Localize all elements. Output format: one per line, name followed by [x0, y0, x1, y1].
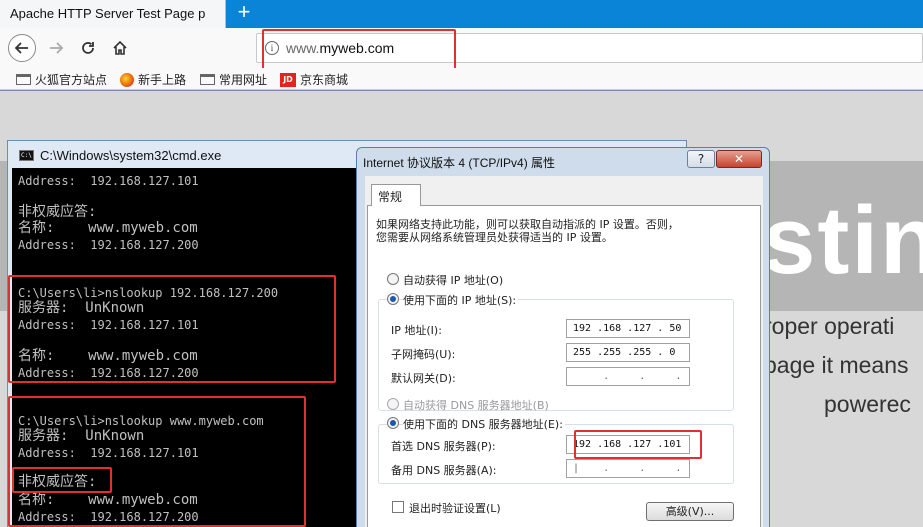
firefox-icon — [120, 72, 134, 87]
arrow-right-icon — [50, 42, 64, 54]
home-icon — [113, 40, 127, 55]
subnet-mask-label: 子网掩码(U): — [391, 348, 456, 361]
general-panel: 如果网络支持此功能，则可以获取自动指派的 IP 设置。否则， 您需要从网络系统管… — [367, 205, 761, 527]
manual-dns-label: 使用下面的 DNS 服务器地址(E): — [403, 416, 565, 432]
help-button[interactable]: ? — [687, 150, 715, 168]
reload-icon — [82, 42, 94, 54]
ipv4-properties-dialog[interactable]: Internet 协议版本 4 (TCP/IPv4) 属性 ? ✕ 常规 如果网… — [356, 147, 770, 527]
dialog-body: 常规 如果网络支持此功能，则可以获取自动指派的 IP 设置。否则， 您需要从网络… — [365, 176, 763, 527]
alternate-dns-field[interactable]: | . . . — [566, 459, 690, 478]
browser-tab[interactable]: Apache HTTP Server Test Page p — [0, 0, 226, 28]
bookmark-label: 京东商城 — [300, 73, 349, 87]
console-line: Address: 192.168.127.101 — [18, 174, 199, 188]
folder-icon — [200, 74, 215, 85]
url-highlight-box — [262, 29, 456, 73]
tab-title: Apache HTTP Server Test Page p — [10, 6, 206, 21]
home-button[interactable] — [106, 34, 134, 62]
preferred-dns-label: 首选 DNS 服务器(P): — [391, 440, 496, 453]
default-gateway-label: 默认网关(D): — [391, 372, 456, 385]
manual-ip-label: 使用下面的 IP 地址(S): — [403, 292, 519, 308]
page-text-line: roper operati — [764, 313, 895, 339]
reload-button[interactable] — [74, 34, 102, 62]
auto-ip-radio[interactable] — [387, 273, 399, 285]
manual-ip-radio[interactable] — [387, 293, 399, 305]
console-line: 非权威应答: — [18, 204, 97, 220]
subnet-mask-field[interactable]: 255 .255 .255 . 0 — [566, 343, 690, 362]
tab-general[interactable]: 常规 — [371, 184, 421, 206]
new-tab-button[interactable]: + — [232, 0, 256, 26]
page-banner-text: stin — [762, 187, 923, 294]
console-line: Address: 192.168.127.200 — [18, 238, 199, 252]
bookmarks-toolbar: 火狐官方站点 新手上路 常用网址 JD 京东商城 — [0, 68, 923, 90]
forward-button[interactable] — [42, 34, 70, 62]
tab-strip: Apache HTTP Server Test Page p + — [0, 0, 923, 28]
bookmark-getting-started[interactable]: 新手上路 — [120, 71, 186, 88]
arrow-left-icon — [14, 42, 28, 54]
cmd-icon: C:\ — [19, 150, 34, 161]
highlight-box — [12, 467, 112, 493]
highlight-box — [8, 275, 336, 383]
ip-address-label: IP 地址(I): — [391, 324, 442, 337]
description-text: 您需要从网络系统管理员处获得适当的 IP 设置。 — [376, 231, 613, 244]
back-button[interactable] — [8, 34, 36, 62]
page-text-line: powerec — [824, 391, 911, 417]
jd-icon: JD — [280, 72, 296, 87]
default-gateway-field[interactable]: . . . — [566, 367, 690, 386]
highlight-box — [574, 430, 702, 459]
cmd-title: C:\Windows\system32\cmd.exe — [40, 148, 222, 163]
auto-ip-label: 自动获得 IP 地址(O) — [403, 274, 504, 287]
bookmark-label: 火狐官方站点 — [35, 73, 108, 87]
highlight-box — [8, 396, 306, 527]
manual-dns-radio[interactable] — [387, 417, 399, 429]
console-line: 名称: www.myweb.com — [18, 220, 198, 236]
close-button[interactable]: ✕ — [716, 150, 762, 168]
bookmark-firefox-official[interactable]: 火狐官方站点 — [16, 71, 107, 88]
bookmark-label: 新手上路 — [138, 73, 187, 87]
ip-address-field[interactable]: 192 .168 .127 . 50 — [566, 319, 690, 338]
auto-dns-label: 自动获得 DNS 服务器地址(B) — [403, 399, 549, 412]
validate-checkbox[interactable] — [392, 501, 404, 513]
navigation-toolbar: i www.myweb.com — [0, 28, 923, 68]
bookmark-common-sites[interactable]: 常用网址 — [200, 71, 267, 88]
folder-icon — [16, 74, 31, 85]
validate-label: 退出时验证设置(L) — [409, 502, 501, 515]
dialog-title: Internet 协议版本 4 (TCP/IPv4) 属性 — [363, 156, 556, 170]
bookmark-jd[interactable]: JD 京东商城 — [280, 71, 348, 88]
page-text-line: page it means — [764, 352, 909, 378]
bookmark-label: 常用网址 — [219, 73, 268, 87]
alternate-dns-label: 备用 DNS 服务器(A): — [391, 464, 497, 477]
advanced-button[interactable]: 高级(V)... — [646, 502, 734, 521]
auto-dns-radio[interactable] — [387, 398, 399, 410]
